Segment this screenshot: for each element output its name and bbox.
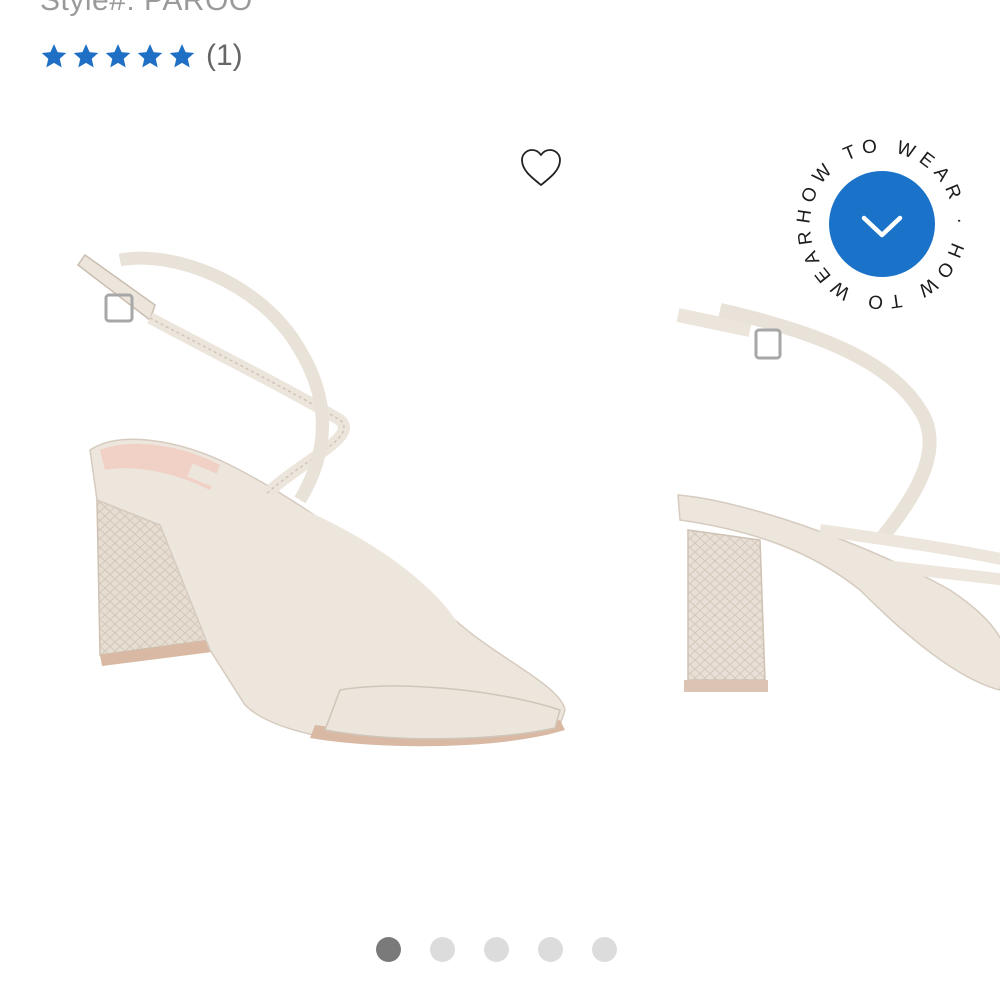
carousel-dot-4[interactable] xyxy=(538,937,563,962)
star-icon xyxy=(105,44,131,68)
product-image-main[interactable] xyxy=(60,120,620,910)
how-to-wear-button[interactable] xyxy=(829,171,935,277)
carousel-dot-5[interactable] xyxy=(592,937,617,962)
carousel-pagination[interactable] xyxy=(376,937,617,962)
carousel-dot-2[interactable] xyxy=(430,937,455,962)
product-rating[interactable]: (1) xyxy=(40,36,243,76)
heart-outline-icon[interactable] xyxy=(518,146,564,190)
star-icon xyxy=(41,44,67,68)
sandal-image xyxy=(76,251,566,747)
star-icon xyxy=(73,44,99,68)
carousel-dot-3[interactable] xyxy=(484,937,509,962)
review-count[interactable]: (1) xyxy=(206,39,243,73)
star-icon xyxy=(137,44,163,68)
carousel-dot-1[interactable] xyxy=(376,937,401,962)
star-rating xyxy=(40,42,196,70)
star-icon xyxy=(169,44,195,68)
how-to-wear-badge[interactable]: HOW TO WEAR · HOW TO WEAR · xyxy=(792,134,972,314)
product-style-number: Style#: PAROO xyxy=(40,0,253,17)
